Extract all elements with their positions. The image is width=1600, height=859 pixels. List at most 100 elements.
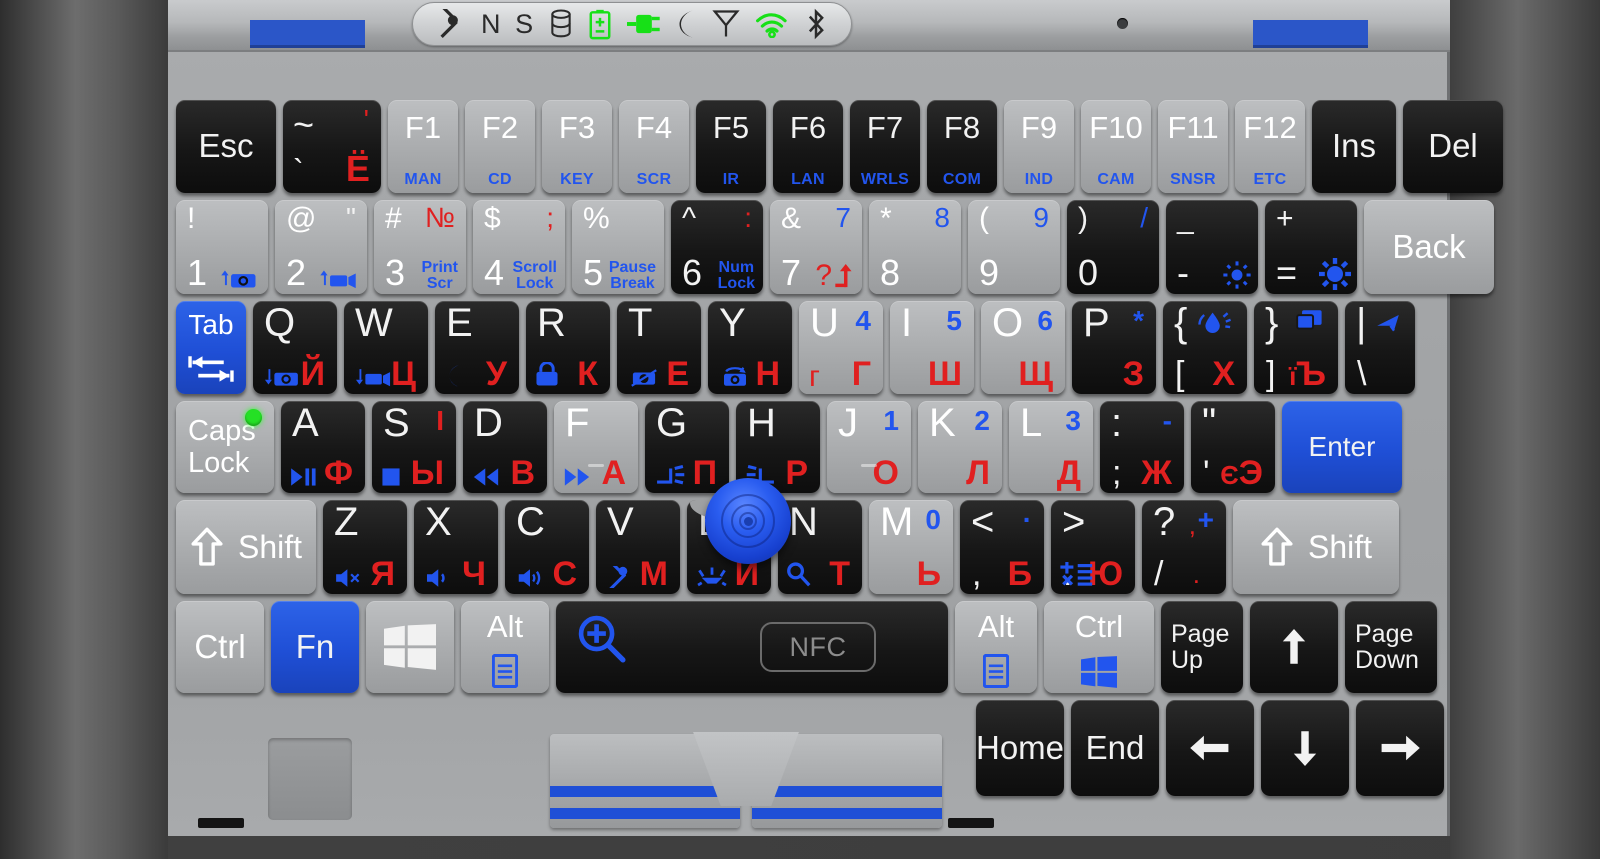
key-f1[interactable]: F1 MAN: [388, 100, 458, 193]
key-k4[interactable]: $4; Scroll Lock: [473, 200, 565, 294]
key-t[interactable]: TЕ: [617, 301, 701, 394]
key-lbracket[interactable]: {[Х: [1163, 301, 1247, 394]
key-l[interactable]: L3 Д: [1009, 401, 1093, 493]
key-latin: J: [838, 401, 858, 445]
key-period[interactable]: >. Ю: [1051, 500, 1135, 594]
key-sublabel: SCR: [636, 171, 672, 188]
key-shift-legend: ): [1078, 202, 1088, 235]
key-rshift[interactable]: Shift: [1233, 500, 1399, 594]
keyboard-area: Esc ~ ` ' Ё F1 MAN F2 CD F3 KEY F4 SCR F5 IR F6 LAN F7 WRL…: [176, 100, 1503, 803]
key-latin: <: [971, 500, 995, 544]
key-f11[interactable]: F11 SNSR: [1158, 100, 1228, 193]
key-space[interactable]: NFC: [556, 601, 948, 693]
key-sublabel: COM: [942, 171, 982, 188]
key-label: Caps Lock: [188, 415, 256, 480]
key-enter[interactable]: Enter: [1282, 401, 1402, 493]
key-f4[interactable]: F4 SCR: [619, 100, 689, 193]
key-lshift[interactable]: Shift: [176, 500, 316, 594]
key-comma[interactable]: <, · Б: [960, 500, 1044, 594]
key-m[interactable]: M0 Ь: [869, 500, 953, 594]
key-pgdn[interactable]: Page Down: [1345, 601, 1437, 693]
key-s[interactable]: SIЫ: [372, 401, 456, 493]
key-f3[interactable]: F3 KEY: [542, 100, 612, 193]
key-cyrillic: Ч: [462, 555, 486, 593]
key-x[interactable]: XЧ: [414, 500, 498, 594]
key-d[interactable]: DВ: [463, 401, 547, 493]
key-k[interactable]: K2 Л: [918, 401, 1002, 493]
key-latin-alt: [: [1175, 355, 1185, 393]
key-z[interactable]: ZЯ: [323, 500, 407, 594]
key-period-legend: .: [1192, 559, 1200, 589]
key-k5[interactable]: % 5 Pause Break: [572, 200, 664, 294]
key-u[interactable]: U4 Гг: [799, 301, 883, 394]
airplane-icon: [1373, 309, 1403, 333]
key-o[interactable]: O6 Щ: [981, 301, 1065, 394]
key-slash[interactable]: ? / +,.: [1142, 500, 1226, 594]
key-pgup[interactable]: Page Up: [1161, 601, 1243, 693]
key-ins[interactable]: Ins: [1312, 100, 1396, 193]
key-digit: 3: [385, 252, 406, 293]
key-semicolon[interactable]: :; - Ж: [1100, 401, 1184, 493]
key-lctrl[interactable]: Ctrl: [176, 601, 264, 693]
key-rbracket[interactable]: }] їЪ: [1254, 301, 1338, 394]
key-k3[interactable]: #3 № Print Scr: [374, 200, 466, 294]
key-shift-legend: (: [979, 202, 989, 235]
key-e[interactable]: EУ: [435, 301, 519, 394]
key-latin-alt: \: [1357, 355, 1367, 393]
key-tilde[interactable]: ~ ` ' Ё: [283, 100, 381, 193]
key-numpad-legend: 4: [855, 305, 871, 336]
key-k0[interactable]: ) 0 /: [1067, 200, 1159, 294]
key-a[interactable]: AФ: [281, 401, 365, 493]
key-f10[interactable]: F10 CAM: [1081, 100, 1151, 193]
key-quote[interactable]: " ' ЄЭ: [1191, 401, 1275, 493]
key-esc[interactable]: Esc: [176, 100, 276, 193]
key-q[interactable]: QЙ: [253, 301, 337, 394]
key-f2[interactable]: F2 CD: [465, 100, 535, 193]
calc-icon: [1059, 562, 1095, 588]
key-fn[interactable]: Fn: [271, 601, 359, 693]
key-f6[interactable]: F6 LAN: [773, 100, 843, 193]
key-lwin[interactable]: [366, 601, 454, 693]
key-caps[interactable]: Caps Lock: [176, 401, 274, 493]
key-back[interactable]: Back: [1364, 200, 1494, 294]
key-k9[interactable]: (9 9: [968, 200, 1060, 294]
key-alt-legend: :: [744, 202, 752, 233]
key-k7[interactable]: & 7 7?: [770, 200, 862, 294]
key-ralt[interactable]: Alt: [955, 601, 1037, 693]
key-f9[interactable]: F9 IND: [1004, 100, 1074, 193]
key-label: Del: [1428, 127, 1478, 165]
key-y[interactable]: YН: [708, 301, 792, 394]
key-k2[interactable]: @2 ": [275, 200, 367, 294]
key-f7[interactable]: F7 WRLS: [850, 100, 920, 193]
trackpoint-nub[interactable]: [705, 478, 791, 564]
key-j[interactable]: J1 О: [827, 401, 911, 493]
key-backslash[interactable]: | \: [1345, 301, 1415, 394]
key-up[interactable]: [1250, 601, 1338, 693]
key-label: F4: [635, 110, 673, 145]
key-c[interactable]: CС: [505, 500, 589, 594]
key-tab[interactable]: Tab: [176, 301, 246, 394]
key-f12[interactable]: F12 ETC: [1235, 100, 1305, 193]
key-p[interactable]: P * З: [1072, 301, 1156, 394]
keyboard-light-icon: [695, 566, 729, 588]
key-f[interactable]: FА: [554, 401, 638, 493]
left-pad[interactable]: [268, 738, 352, 820]
key-k8[interactable]: * 8 8: [869, 200, 961, 294]
key-f5[interactable]: F5 IR: [696, 100, 766, 193]
key-label: Shift: [237, 528, 303, 565]
key-w[interactable]: WЦ: [344, 301, 428, 394]
key-minus[interactable]: _ -: [1166, 200, 1258, 294]
key-k6[interactable]: ^ 6: Num Lock: [671, 200, 763, 294]
key-f8[interactable]: F8 COM: [927, 100, 997, 193]
key-rctrl[interactable]: Ctrl: [1044, 601, 1154, 693]
key-lalt[interactable]: Alt: [461, 601, 549, 693]
key-r[interactable]: RК: [526, 301, 610, 394]
key-k1[interactable]: ! 1: [176, 200, 268, 294]
mouse-button-bar[interactable]: [550, 732, 942, 830]
key-i[interactable]: I 5 Ш: [890, 301, 974, 394]
key-del[interactable]: Del: [1403, 100, 1503, 193]
key-v[interactable]: VМ: [596, 500, 680, 594]
key-equal[interactable]: + =: [1265, 200, 1357, 294]
key-alt2-legend: ?: [815, 259, 832, 292]
key-fn-legend: Pause Break: [608, 259, 656, 292]
